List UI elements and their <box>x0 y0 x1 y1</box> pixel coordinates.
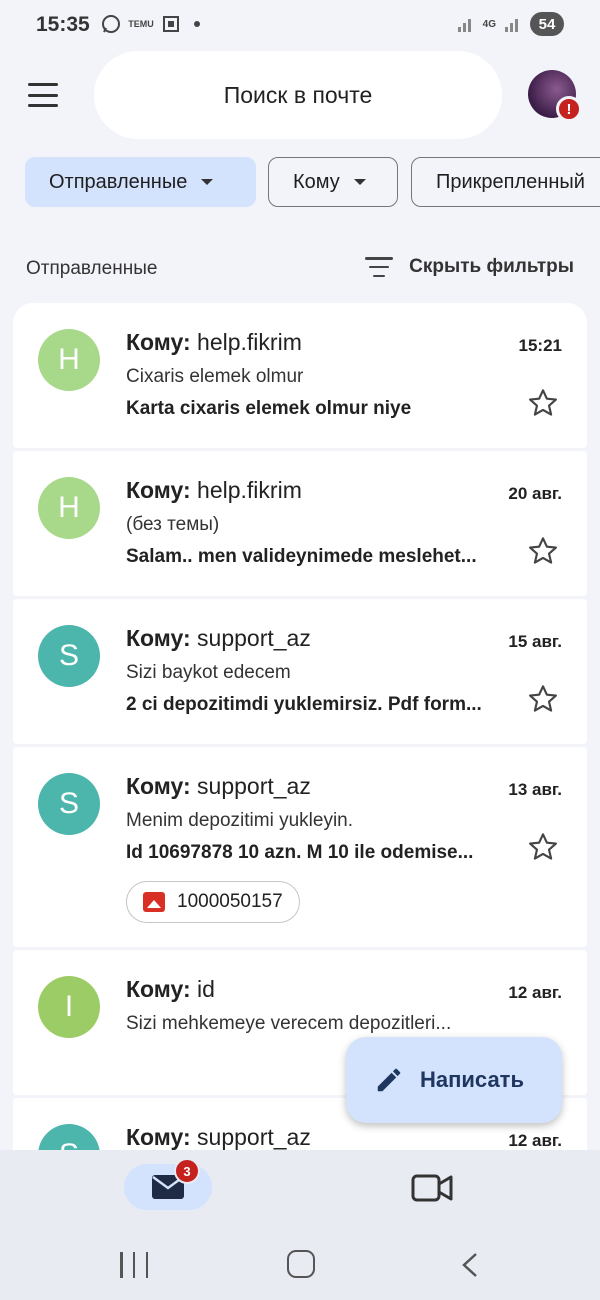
status-time: 15:35 <box>36 13 90 36</box>
system-navigation <box>0 1230 600 1300</box>
email-date: 20 авг. <box>508 484 562 503</box>
signal-icon-2 <box>505 19 518 32</box>
chip-to[interactable]: Кому <box>268 157 398 207</box>
back-icon[interactable] <box>460 1252 480 1278</box>
recent-apps-icon[interactable] <box>120 1252 148 1278</box>
email-item[interactable]: S Кому: support_az 15 авг. Sizi baykot e… <box>13 599 587 744</box>
search-input[interactable]: Поиск в почте <box>94 51 502 139</box>
chip-label: Отправленные <box>49 170 188 193</box>
email-recipient: Кому: help.fikrim <box>126 329 302 355</box>
hide-filters-label: Скрыть фильтры <box>409 256 574 277</box>
email-item[interactable]: S Кому: support_az 13 авг. Menim depozit… <box>13 747 587 947</box>
unread-badge: 3 <box>174 1158 200 1184</box>
account-alert-icon: ! <box>556 96 582 122</box>
attachment-chip[interactable]: 1000050157 <box>126 881 300 923</box>
email-date: 15 авг. <box>508 632 562 651</box>
image-icon <box>143 892 165 912</box>
star-icon[interactable] <box>527 535 559 567</box>
email-recipient: Кому: support_az <box>126 773 311 799</box>
email-snippet: Id 10697878 10 azn. M 10 ile odemise... <box>126 842 474 863</box>
status-bar: 15:35 TEMU 4G 54 <box>0 0 600 50</box>
chevron-down-icon <box>201 179 214 185</box>
status-icons-right: 4G 54 <box>457 12 564 36</box>
email-recipient: Кому: id <box>126 976 215 1002</box>
chip-label: Прикрепленный <box>436 170 585 193</box>
filter-chips: Отправленные Кому Прикрепленный <box>25 157 600 209</box>
email-recipient: Кому: support_az <box>126 1124 311 1150</box>
email-item[interactable]: H Кому: help.fikrim 15:21 Cixaris elemek… <box>13 303 587 448</box>
email-snippet: Karta cixaris elemek olmur niye <box>126 398 412 419</box>
email-date: 15:21 <box>518 336 562 355</box>
star-icon[interactable] <box>527 683 559 715</box>
email-snippet: Salam.. men valideynimede meslehet... <box>126 546 477 567</box>
email-subject: Sizi baykot edecem <box>126 662 291 683</box>
attachment-name: 1000050157 <box>177 891 283 912</box>
pencil-icon <box>377 1068 401 1092</box>
menu-icon[interactable] <box>26 80 60 110</box>
home-icon[interactable] <box>287 1250 315 1278</box>
email-date: 12 авг. <box>508 1131 562 1150</box>
email-date: 12 авг. <box>508 983 562 1002</box>
chip-attachment[interactable]: Прикрепленный <box>411 157 600 207</box>
sender-avatar[interactable]: H <box>38 477 100 539</box>
battery-indicator: 54 <box>530 12 564 36</box>
compose-label: Написать <box>420 1067 524 1092</box>
chip-label: Кому <box>293 170 340 193</box>
sender-avatar[interactable]: S <box>38 1124 100 1150</box>
hide-filters-button[interactable]: Скрыть фильтры <box>365 256 574 278</box>
chip-sent[interactable]: Отправленные <box>25 157 256 207</box>
temu-icon: TEMU <box>128 19 154 29</box>
star-icon[interactable] <box>527 387 559 419</box>
email-date: 13 авг. <box>508 780 562 799</box>
whatsapp-icon <box>100 14 122 34</box>
email-list: H Кому: help.fikrim 15:21 Cixaris elemek… <box>13 303 587 1150</box>
network-label: 4G <box>482 18 496 30</box>
signal-icon <box>457 19 471 32</box>
notification-dot-icon <box>194 21 200 27</box>
status-icons-left: TEMU <box>100 14 200 34</box>
sender-avatar[interactable]: H <box>38 329 100 391</box>
chevron-down-icon <box>353 179 366 185</box>
email-recipient: Кому: help.fikrim <box>126 477 302 503</box>
email-recipient: Кому: support_az <box>126 625 311 651</box>
email-item[interactable]: H Кому: help.fikrim 20 авг. (без темы) S… <box>13 451 587 596</box>
sender-avatar[interactable]: I <box>38 976 100 1038</box>
section-title: Отправленные <box>26 258 158 279</box>
email-subject: Sizi mehkemeye verecem depozitleri... <box>126 1013 452 1034</box>
screenshot-icon <box>160 14 182 34</box>
bottom-navigation: 3 <box>0 1150 600 1230</box>
filter-icon <box>365 257 394 277</box>
email-subject: Menim depozitimi yukleyin. <box>126 810 354 831</box>
star-icon[interactable] <box>527 831 559 863</box>
video-call-icon[interactable] <box>410 1172 454 1204</box>
email-subject: (без темы) <box>126 514 220 535</box>
sender-avatar[interactable]: S <box>38 773 100 835</box>
email-subject: Cixaris elemek olmur <box>126 366 304 387</box>
compose-button[interactable]: Написать <box>346 1037 562 1123</box>
sender-avatar[interactable]: S <box>38 625 100 687</box>
email-snippet: 2 ci depozitimdi yuklemirsiz. Pdf form..… <box>126 694 482 715</box>
